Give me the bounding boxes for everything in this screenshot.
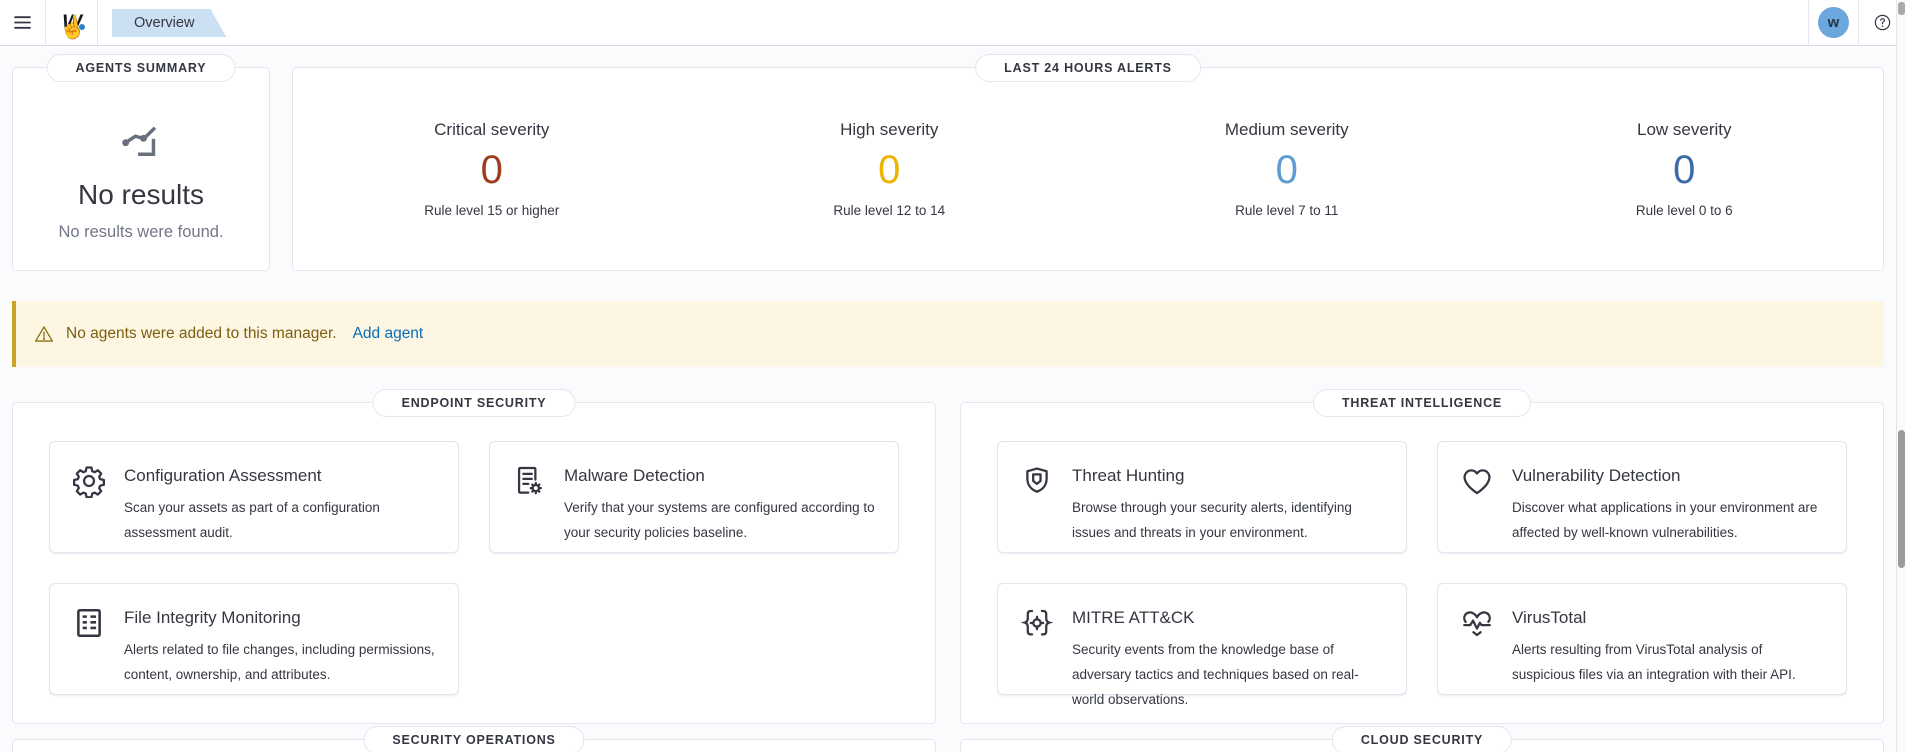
add-agent-link[interactable]: Add agent <box>353 325 424 343</box>
severity-column: Low severity 0 Rule level 0 to 6 <box>1486 120 1884 218</box>
shield-icon <box>1020 464 1054 498</box>
braces-crosshair-icon <box>1020 606 1054 640</box>
section-security-operations: SECURITY OPERATIONS <box>12 739 936 752</box>
wazuh-logo[interactable]: W ☝ <box>46 0 98 45</box>
module-card[interactable]: Threat Hunting Browse through your securi… <box>997 441 1407 553</box>
alerts-panel-badge: LAST 24 HOURS ALERTS <box>975 54 1201 82</box>
scrollbar-thumb[interactable] <box>1898 430 1905 568</box>
severity-rule-range: Rule level 0 to 6 <box>1636 203 1733 218</box>
scrollbar-top-nub <box>1898 2 1905 15</box>
no-results-subtitle: No results were found. <box>58 223 223 242</box>
module-card[interactable]: MITRE ATT&CKSecurity events from the kno… <box>997 583 1407 695</box>
module-card[interactable]: VirusTotal Alerts resulting from VirusTot… <box>1437 583 1847 695</box>
gear-icon <box>72 464 106 498</box>
module-card-description: Discover what applications in your envir… <box>1512 496 1824 546</box>
line-chart-icon <box>118 114 164 165</box>
document-gear-icon <box>512 464 546 498</box>
last-24-hours-alerts-panel: LAST 24 HOURS ALERTS Critical severity0R… <box>292 67 1884 271</box>
menu-hamburger-icon[interactable] <box>0 0 46 45</box>
endpoint-security-badge: ENDPOINT SECURITY <box>373 389 576 417</box>
severity-count: 0 <box>878 148 900 193</box>
module-card[interactable]: Configuration Assessment Scan your assets… <box>49 441 459 553</box>
module-card-title[interactable]: MITRE ATT&CK <box>1072 608 1384 628</box>
module-card-title[interactable]: Configuration Assessment <box>124 466 436 486</box>
warning-triangle-icon <box>34 324 54 344</box>
document-lines-icon <box>72 606 106 640</box>
tab-overview[interactable]: Overview <box>112 9 226 37</box>
section-endpoint-security: ENDPOINT SECURITY Configuration Assessme… <box>12 402 936 724</box>
top-navigation-bar: W ☝ Overview w <box>0 0 1905 46</box>
logo-dot <box>79 24 85 30</box>
security-operations-badge: SECURITY OPERATIONS <box>363 726 584 752</box>
no-results-title: No results <box>78 179 204 211</box>
module-card-description: Security events from the knowledge base … <box>1072 638 1384 713</box>
severity-count: 0 <box>1276 148 1298 193</box>
module-card-description: Scan your assets as part of a configurat… <box>124 496 436 546</box>
user-avatar[interactable]: w <box>1818 7 1849 38</box>
severity-count: 0 <box>481 148 503 193</box>
tab-overview-label: Overview <box>134 15 194 31</box>
avatar-initial: w <box>1828 14 1840 31</box>
severity-rule-range: Rule level 12 to 14 <box>833 203 945 218</box>
page-scrollbar[interactable] <box>1896 0 1905 752</box>
no-agents-warning-banner: No agents were added to this manager. Ad… <box>12 301 1884 367</box>
severity-label: High severity <box>840 120 938 140</box>
module-card-title[interactable]: File Integrity Monitoring <box>124 608 436 628</box>
heartbeat-icon <box>1460 606 1494 640</box>
module-card[interactable]: File Integrity Monitoring Alerts related … <box>49 583 459 695</box>
module-card[interactable]: Vulnerability Detection Discover what app… <box>1437 441 1847 553</box>
section-cloud-security: CLOUD SECURITY <box>960 739 1884 752</box>
module-card-description: Alerts related to file changes, includin… <box>124 638 436 688</box>
module-card[interactable]: Malware Detection Verify that your system… <box>489 441 899 553</box>
module-card-title[interactable]: Vulnerability Detection <box>1512 466 1824 486</box>
severity-column: Critical severity 0 Rule level 15 or highe… <box>293 120 691 218</box>
threat-intelligence-badge: THREAT INTELLIGENCE <box>1313 389 1531 417</box>
severity-label: Critical severity <box>434 120 549 140</box>
module-card-description: Browse through your security alerts, ide… <box>1072 496 1384 546</box>
module-card-title[interactable]: VirusTotal <box>1512 608 1824 628</box>
severity-column: Medium severity 0 Rule level 7 to 11 <box>1088 120 1486 218</box>
module-card-description: Alerts resulting from VirusTotal analysi… <box>1512 638 1824 688</box>
section-threat-intelligence: THREAT INTELLIGENCE Threat HuntingBrowse… <box>960 402 1884 724</box>
severity-label: Low severity <box>1637 120 1731 140</box>
severity-rule-range: Rule level 7 to 11 <box>1235 203 1338 218</box>
cloud-security-badge: CLOUD SECURITY <box>1332 726 1512 752</box>
severity-count: 0 <box>1673 148 1695 193</box>
module-card-description: Verify that your systems are configured … <box>564 496 876 546</box>
severity-label: Medium severity <box>1225 120 1349 140</box>
severity-column: High severity 0 Rule level 12 to 14 <box>691 120 1089 218</box>
main-content: AGENTS SUMMARY No results No results wer… <box>0 67 1896 752</box>
module-card-title[interactable]: Threat Hunting <box>1072 466 1384 486</box>
heart-icon <box>1460 464 1494 498</box>
agents-summary-badge: AGENTS SUMMARY <box>47 54 236 82</box>
severity-rule-range: Rule level 15 or higher <box>424 203 559 218</box>
agents-summary-panel: AGENTS SUMMARY No results No results wer… <box>12 67 270 271</box>
module-card-title[interactable]: Malware Detection <box>564 466 876 486</box>
warning-message: No agents were added to this manager. <box>66 325 337 343</box>
